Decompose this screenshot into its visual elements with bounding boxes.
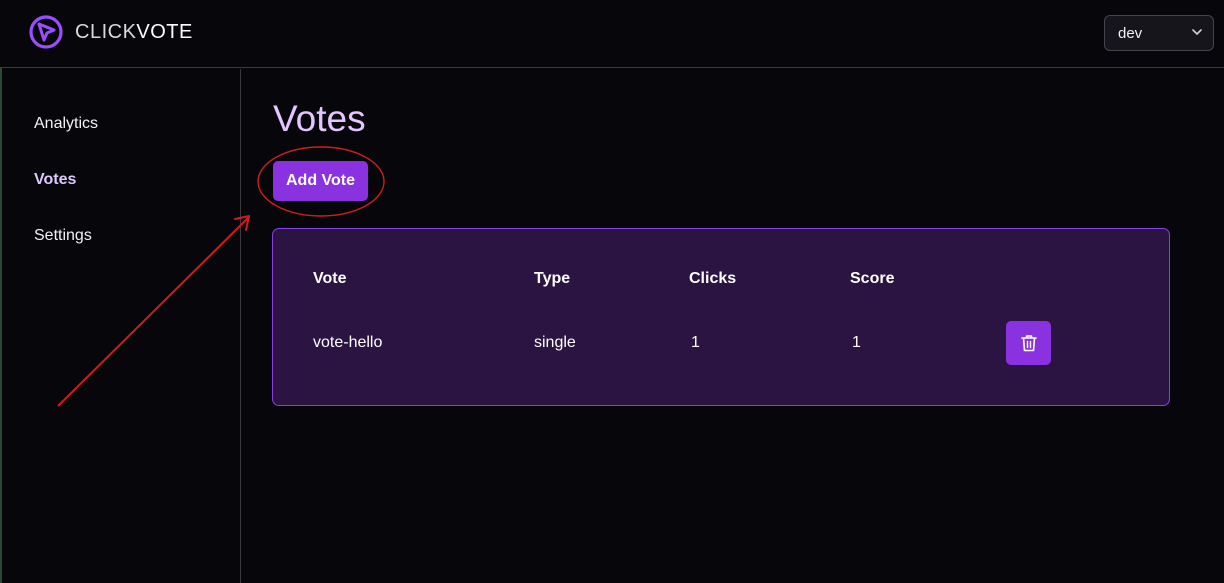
column-header-type: Type (534, 270, 571, 287)
annotation-arrow (57, 215, 250, 407)
column-header-vote: Vote (313, 270, 347, 287)
brand-logo[interactable]: CLICKVOTE (28, 14, 193, 50)
sidebar-item-votes[interactable]: Votes (34, 171, 76, 189)
environment-select[interactable]: dev (1104, 15, 1214, 51)
environment-select-value: dev (1118, 24, 1143, 42)
cell-vote-score: 1 (852, 334, 861, 351)
brand-name-part1: CLICK (75, 20, 137, 43)
column-header-clicks: Clicks (689, 270, 737, 287)
annotation-ellipse (257, 146, 385, 217)
cell-vote-type: single (534, 334, 576, 351)
brand-name: CLICKVOTE (75, 21, 193, 44)
votes-table: Vote Type Clicks Score vote-hello single… (272, 228, 1170, 406)
trash-icon (1020, 335, 1037, 352)
cell-vote-clicks: 1 (691, 334, 700, 351)
cursor-circle-logo-icon (29, 15, 63, 49)
delete-vote-button[interactable] (1006, 321, 1051, 365)
page-title: Votes (273, 98, 366, 139)
chevron-down-icon (1192, 29, 1202, 35)
cell-vote-name[interactable]: vote-hello (313, 334, 382, 352)
top-header: CLICKVOTE dev (0, 0, 1224, 68)
sidebar-item-analytics[interactable]: Analytics (34, 115, 98, 133)
brand-name-part2: VOTE (136, 20, 193, 43)
column-header-score: Score (850, 270, 895, 287)
